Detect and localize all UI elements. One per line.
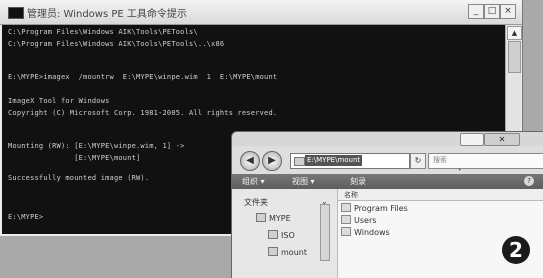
console-icon <box>8 7 24 19</box>
console-line: C:\Program Files\Windows AIK\Tools\PEToo… <box>8 28 198 36</box>
explorer-window: ✕ ◀ ▶ E:\MYPE\mount ▼ ↻ 搜索 组织 ▾ 视图 ▾ 刻录 … <box>231 131 543 278</box>
address-path: E:\MYPE\mount <box>305 155 363 166</box>
folder-icon <box>268 247 278 256</box>
console-line: Mounting (RW): [E:\MYPE\winpe.wim, 1] -> <box>8 142 185 150</box>
views-button[interactable]: 视图 ▾ <box>292 176 315 187</box>
nav-item-label: MYPE <box>269 214 291 223</box>
folder-icon <box>341 203 351 212</box>
column-name-label: 名称 <box>344 191 358 199</box>
navigation-pane: 文件夹 ⌄ MYPE ISO mount <box>232 189 338 278</box>
folder-icon <box>294 157 305 166</box>
step-number-badge: 2 <box>502 236 530 264</box>
console-line: C:\Program Files\Windows AIK\Tools\PEToo… <box>8 40 225 48</box>
console-title: 管理员: Windows PE 工具命令提示 <box>27 9 187 20</box>
maximize-button[interactable] <box>460 133 484 146</box>
console-line: Successfully mounted image (RW). <box>8 174 150 182</box>
organize-button[interactable]: 组织 ▾ <box>242 176 265 187</box>
folders-header[interactable]: 文件夹 <box>244 197 268 208</box>
search-input[interactable]: 搜索 <box>428 153 543 169</box>
nav-scrollbar[interactable] <box>320 204 330 261</box>
file-item[interactable]: Program Files <box>341 203 408 213</box>
file-item-label: Users <box>354 216 377 225</box>
console-line: ImageX Tool for Windows <box>8 97 110 105</box>
console-line: [E:\MYPE\mount] <box>8 154 141 162</box>
address-bar-row: ◀ ▶ E:\MYPE\mount ▼ ↻ 搜索 <box>232 146 543 174</box>
back-arrow-icon[interactable]: ◀ <box>240 151 260 171</box>
file-item[interactable]: Users <box>341 215 376 225</box>
column-header-name[interactable]: 名称 <box>338 189 543 201</box>
console-line: Copyright (C) Microsoft Corp. 1981-2005.… <box>8 109 278 117</box>
refresh-icon[interactable]: ↻ <box>410 153 426 169</box>
help-icon[interactable]: ? <box>524 176 534 186</box>
command-toolbar: 组织 ▾ 视图 ▾ 刻录 ? <box>232 174 543 189</box>
nav-item-mount[interactable]: mount <box>268 247 307 257</box>
file-item[interactable]: Windows <box>341 227 390 237</box>
console-prompt: E:\MYPE> <box>8 213 44 221</box>
scroll-thumb[interactable] <box>508 41 521 73</box>
folder-icon <box>268 230 278 239</box>
nav-item-label: ISO <box>281 231 295 240</box>
forward-arrow-icon[interactable]: ▶ <box>262 151 282 171</box>
nav-item-iso[interactable]: ISO <box>268 230 295 240</box>
file-item-label: Program Files <box>354 204 408 213</box>
console-line: E:\MYPE>imagex /mountrw E:\MYPE\winpe.wi… <box>8 73 278 81</box>
folder-icon <box>341 215 351 224</box>
folder-icon <box>256 213 266 222</box>
console-titlebar[interactable]: 管理员: Windows PE 工具命令提示 _ □ × <box>0 0 522 25</box>
console-window-controls: _ □ × <box>468 4 516 19</box>
file-item-label: Windows <box>354 228 390 237</box>
address-field[interactable]: E:\MYPE\mount ▼ <box>290 153 462 172</box>
file-list: 名称 Program Files Users Windows <box>338 189 543 278</box>
explorer-close-button[interactable]: ✕ <box>484 133 520 146</box>
minimize-button[interactable]: _ <box>468 4 484 19</box>
close-button[interactable]: × <box>500 4 516 19</box>
restore-button[interactable]: □ <box>484 4 500 19</box>
explorer-titlebar[interactable]: ✕ <box>232 132 543 146</box>
folder-icon <box>341 227 351 236</box>
nav-item-label: mount <box>281 248 307 257</box>
nav-item-mype[interactable]: MYPE <box>256 213 291 223</box>
burn-button[interactable]: 刻录 <box>350 176 366 187</box>
search-placeholder: 搜索 <box>433 156 447 164</box>
scroll-up-arrow-icon[interactable]: ▲ <box>507 26 522 40</box>
